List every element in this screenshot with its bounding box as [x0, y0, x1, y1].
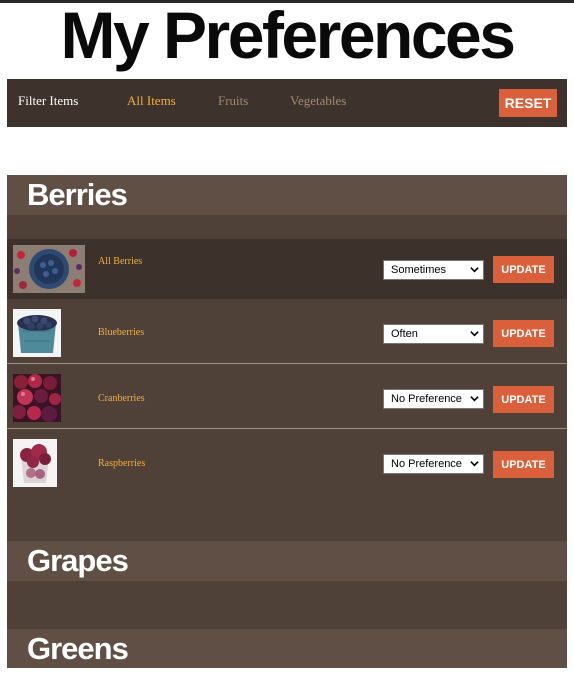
list-item: Cranberries No Preference UPDATE: [7, 363, 567, 428]
chevron-down-icon: [470, 461, 479, 467]
page-title: My Preferences: [60, 0, 516, 72]
filter-vegetables-link[interactable]: Vegetables: [290, 93, 346, 109]
update-button[interactable]: UPDATE: [493, 256, 554, 283]
section-header-grapes: Grapes: [7, 541, 567, 581]
preference-select-value: No Preference: [391, 393, 462, 405]
filter-label: Filter Items: [18, 93, 79, 108]
filter-bar: Filter Items All Items Fruits Vegetables…: [7, 79, 567, 127]
preference-select-value: Often: [391, 328, 418, 340]
mixed-berries-image: [13, 245, 85, 293]
chevron-down-icon: [470, 396, 479, 402]
section-title: Greens: [27, 631, 129, 666]
reset-button[interactable]: RESET: [499, 89, 557, 117]
section-header-greens: Greens: [7, 629, 567, 668]
preference-select-value: No Preference: [391, 458, 462, 470]
cranberries-image: [13, 374, 61, 422]
item-label-all-berries[interactable]: All Berries: [98, 256, 142, 267]
filter-fruits-link[interactable]: Fruits: [218, 93, 248, 109]
item-label-raspberries[interactable]: Raspberries: [98, 458, 145, 469]
list-item: Raspberries No Preference UPDATE: [7, 428, 567, 493]
preferences-panel: Berries All Berries Sometimes UPDATE Blu…: [7, 175, 567, 668]
preference-select[interactable]: Sometimes: [383, 260, 484, 280]
section-title: Grapes: [27, 543, 129, 578]
filter-all-items-link[interactable]: All Items: [127, 93, 176, 109]
preference-select-value: Sometimes: [391, 264, 447, 276]
section-header-berries: Berries: [7, 175, 567, 215]
preference-select[interactable]: Often: [383, 324, 484, 344]
update-button[interactable]: UPDATE: [493, 451, 554, 478]
item-label-cranberries[interactable]: Cranberries: [98, 393, 145, 404]
list-item: All Berries Sometimes UPDATE: [7, 239, 567, 299]
blueberries-image: [13, 309, 61, 357]
chevron-down-icon: [470, 267, 479, 273]
update-button[interactable]: UPDATE: [493, 386, 554, 413]
raspberries-image: [13, 439, 57, 487]
item-label-blueberries[interactable]: Blueberries: [98, 327, 144, 338]
chevron-down-icon: [470, 331, 479, 337]
section-title: Berries: [27, 177, 128, 212]
preference-select[interactable]: No Preference: [383, 389, 484, 409]
list-item: Blueberries Often UPDATE: [7, 299, 567, 363]
update-button[interactable]: UPDATE: [493, 320, 554, 347]
preference-select[interactable]: No Preference: [383, 454, 484, 474]
